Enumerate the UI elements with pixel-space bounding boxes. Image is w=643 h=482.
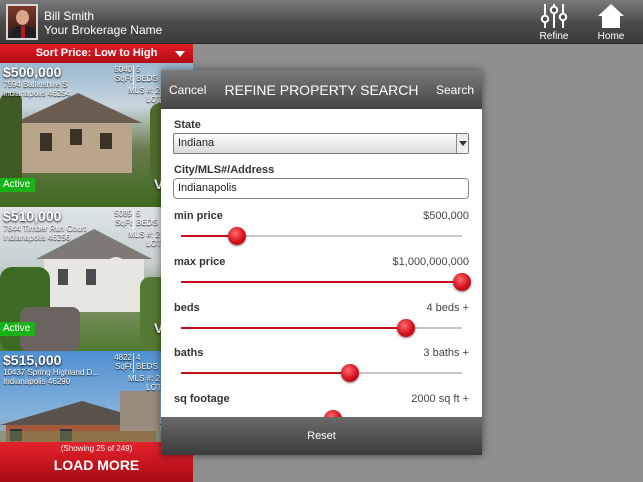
listing-mls: MLS #: 2 LOT bbox=[128, 230, 162, 248]
divider bbox=[133, 65, 134, 85]
top-bar: Bill Smith Your Brokerage Name Refine Ho… bbox=[0, 0, 643, 44]
status-badge: Active bbox=[0, 322, 35, 336]
listing-sqft: 4822 SqFt bbox=[114, 353, 132, 371]
modal-header: Cancel REFINE PROPERTY SEARCH Search bbox=[161, 70, 482, 109]
listing-address: 10437 Spring Highland D... bbox=[3, 368, 100, 377]
listing-beds: 5 BEDS bbox=[136, 65, 158, 83]
sort-label: Sort Price: Low to High bbox=[35, 47, 158, 59]
sort-dropdown[interactable]: Sort Price: Low to High bbox=[0, 44, 193, 63]
min-price-value: $500,000 bbox=[423, 210, 469, 222]
sliders-icon bbox=[540, 4, 568, 28]
beds-label: beds bbox=[174, 302, 200, 314]
select-arrow-icon bbox=[456, 134, 468, 153]
state-select[interactable]: Indiana bbox=[173, 133, 469, 154]
listing-address: 7594 Ballinshire S bbox=[3, 80, 68, 89]
refine-button[interactable]: Refine bbox=[532, 3, 576, 42]
slider-thumb[interactable] bbox=[228, 227, 247, 245]
slider-thumb[interactable] bbox=[396, 319, 415, 337]
baths-label: baths bbox=[174, 347, 204, 359]
state-value: Indiana bbox=[178, 137, 215, 149]
listing-city: Indianapolis 46256 bbox=[3, 233, 71, 242]
listing-address: 7844 Timber Run Court bbox=[3, 224, 87, 233]
listing-beds: 5 BEDS bbox=[136, 209, 158, 227]
max-price-slider[interactable] bbox=[181, 273, 471, 291]
listing-mls: MLS #: 2 LOT bbox=[128, 86, 162, 104]
listing-price: $515,000 bbox=[3, 352, 62, 368]
beds-slider[interactable] bbox=[181, 319, 462, 337]
refine-label: Refine bbox=[539, 31, 569, 42]
divider bbox=[133, 209, 134, 229]
caret-down-icon bbox=[175, 51, 185, 57]
listing-price: $510,000 bbox=[3, 208, 62, 224]
slider-thumb[interactable] bbox=[340, 364, 359, 382]
divider bbox=[133, 353, 134, 373]
agent-avatar bbox=[6, 4, 38, 40]
city-input[interactable]: Indianapolis bbox=[173, 178, 469, 199]
load-more-label: LOAD MORE bbox=[53, 457, 140, 473]
refine-search-modal: Cancel REFINE PROPERTY SEARCH Search Sta… bbox=[161, 70, 482, 455]
max-price-label: max price bbox=[174, 256, 226, 268]
listing-sqft: 5089 SqFt bbox=[114, 209, 132, 227]
city-label: City/MLS#/Address bbox=[174, 164, 275, 176]
slider-thumb[interactable] bbox=[453, 273, 471, 291]
reset-button[interactable]: Reset bbox=[161, 417, 482, 455]
listing-city: Indianapolis 46254 bbox=[3, 89, 71, 98]
home-icon bbox=[598, 4, 624, 28]
reset-label: Reset bbox=[307, 430, 336, 442]
listing-mls: MLS #: 2 LOT bbox=[128, 374, 162, 392]
listing-city: Indianapolis 46290 bbox=[3, 377, 71, 386]
slider-thumb[interactable] bbox=[323, 410, 342, 417]
home-label: Home bbox=[597, 31, 625, 42]
modal-body: State Indiana City/MLS#/Address Indianap… bbox=[161, 109, 482, 417]
brokerage-name: Your Brokerage Name bbox=[44, 23, 163, 37]
status-badge: Active bbox=[0, 178, 35, 192]
search-button[interactable]: Search bbox=[436, 83, 474, 97]
modal-title: REFINE PROPERTY SEARCH bbox=[224, 82, 419, 98]
agent-name: Bill Smith bbox=[44, 9, 95, 23]
beds-value: 4 beds + bbox=[426, 302, 469, 314]
sqft-value: 2000 sq ft + bbox=[411, 393, 469, 405]
max-price-value: $1,000,000,000 bbox=[392, 256, 469, 268]
listing-sqft: 5040 SqFt bbox=[114, 65, 132, 83]
baths-value: 3 baths + bbox=[423, 347, 469, 359]
listing-beds: 4 BEDS bbox=[136, 353, 158, 371]
state-label: State bbox=[174, 119, 201, 131]
min-price-slider[interactable] bbox=[181, 227, 462, 245]
baths-slider[interactable] bbox=[181, 364, 462, 382]
home-button[interactable]: Home bbox=[589, 3, 633, 42]
listing-price: $500,000 bbox=[3, 64, 62, 80]
min-price-label: min price bbox=[174, 210, 223, 222]
sqft-label: sq footage bbox=[174, 393, 230, 405]
